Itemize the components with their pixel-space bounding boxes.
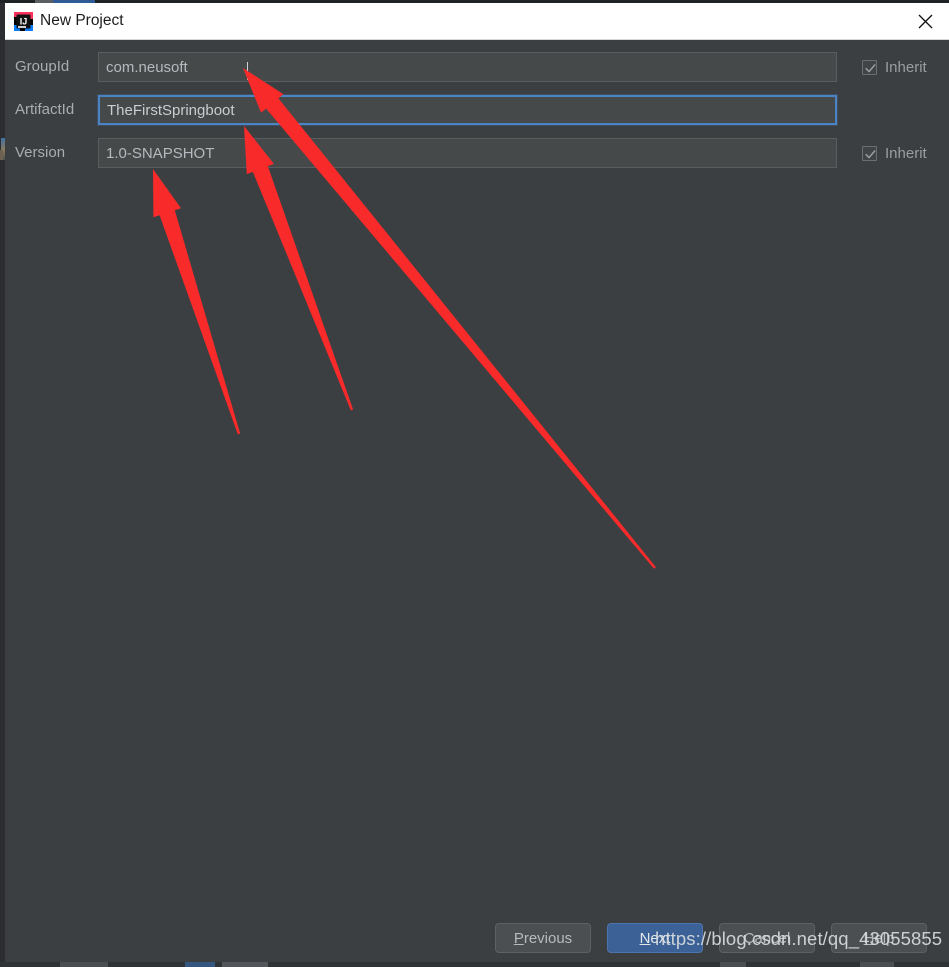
background-left-artifact-secondary xyxy=(0,150,3,160)
window-titlebar: IJ New Project xyxy=(5,3,949,40)
group-id-inherit-checkbox-group[interactable]: Inherit xyxy=(862,52,927,82)
dialog-body: GroupId Inherit ArtifactId Version xyxy=(5,39,949,967)
close-icon xyxy=(918,14,933,29)
close-button[interactable] xyxy=(901,3,949,39)
next-button-mnemonic: N xyxy=(639,929,651,947)
artifact-id-label: ArtifactId xyxy=(15,101,75,118)
group-id-input[interactable] xyxy=(98,52,837,82)
screen-root: IJ New Project GroupId com.neusoft Inher… xyxy=(0,0,949,967)
group-id-inherit-label: Inherit xyxy=(885,58,927,76)
version-inherit-checkbox-group[interactable]: Inherit xyxy=(862,138,927,168)
intellij-idea-icon: IJ xyxy=(14,12,33,31)
taskbar-artifact xyxy=(60,962,108,967)
taskbar-artifact xyxy=(185,962,215,967)
previous-button[interactable]: Previous xyxy=(495,923,591,953)
window-title: New Project xyxy=(40,12,124,29)
taskbar-artifact xyxy=(720,962,746,967)
taskbar-artifact xyxy=(222,962,268,967)
text-cursor xyxy=(247,62,248,80)
watermark-url: https://blog.csdn.net/qq_43055855 xyxy=(655,928,943,949)
background-taskbar-sliver xyxy=(0,962,949,967)
version-inherit-label: Inherit xyxy=(885,144,927,162)
version-label: Version xyxy=(15,144,66,161)
previous-button-label: revious xyxy=(523,929,573,947)
form-row-artifact-id: ArtifactId xyxy=(5,95,949,125)
taskbar-artifact xyxy=(860,962,894,967)
group-id-label: GroupId xyxy=(15,58,70,75)
svg-text:IJ: IJ xyxy=(20,17,28,27)
previous-button-mnemonic: P xyxy=(513,929,524,947)
checkbox-checked-icon[interactable] xyxy=(862,59,877,75)
form-row-version: Version Inherit xyxy=(5,138,949,168)
form-row-group-id: GroupId Inherit xyxy=(5,52,949,82)
artifact-id-input[interactable] xyxy=(98,95,837,125)
checkbox-checked-icon[interactable] xyxy=(862,145,877,161)
version-input[interactable] xyxy=(98,138,837,168)
